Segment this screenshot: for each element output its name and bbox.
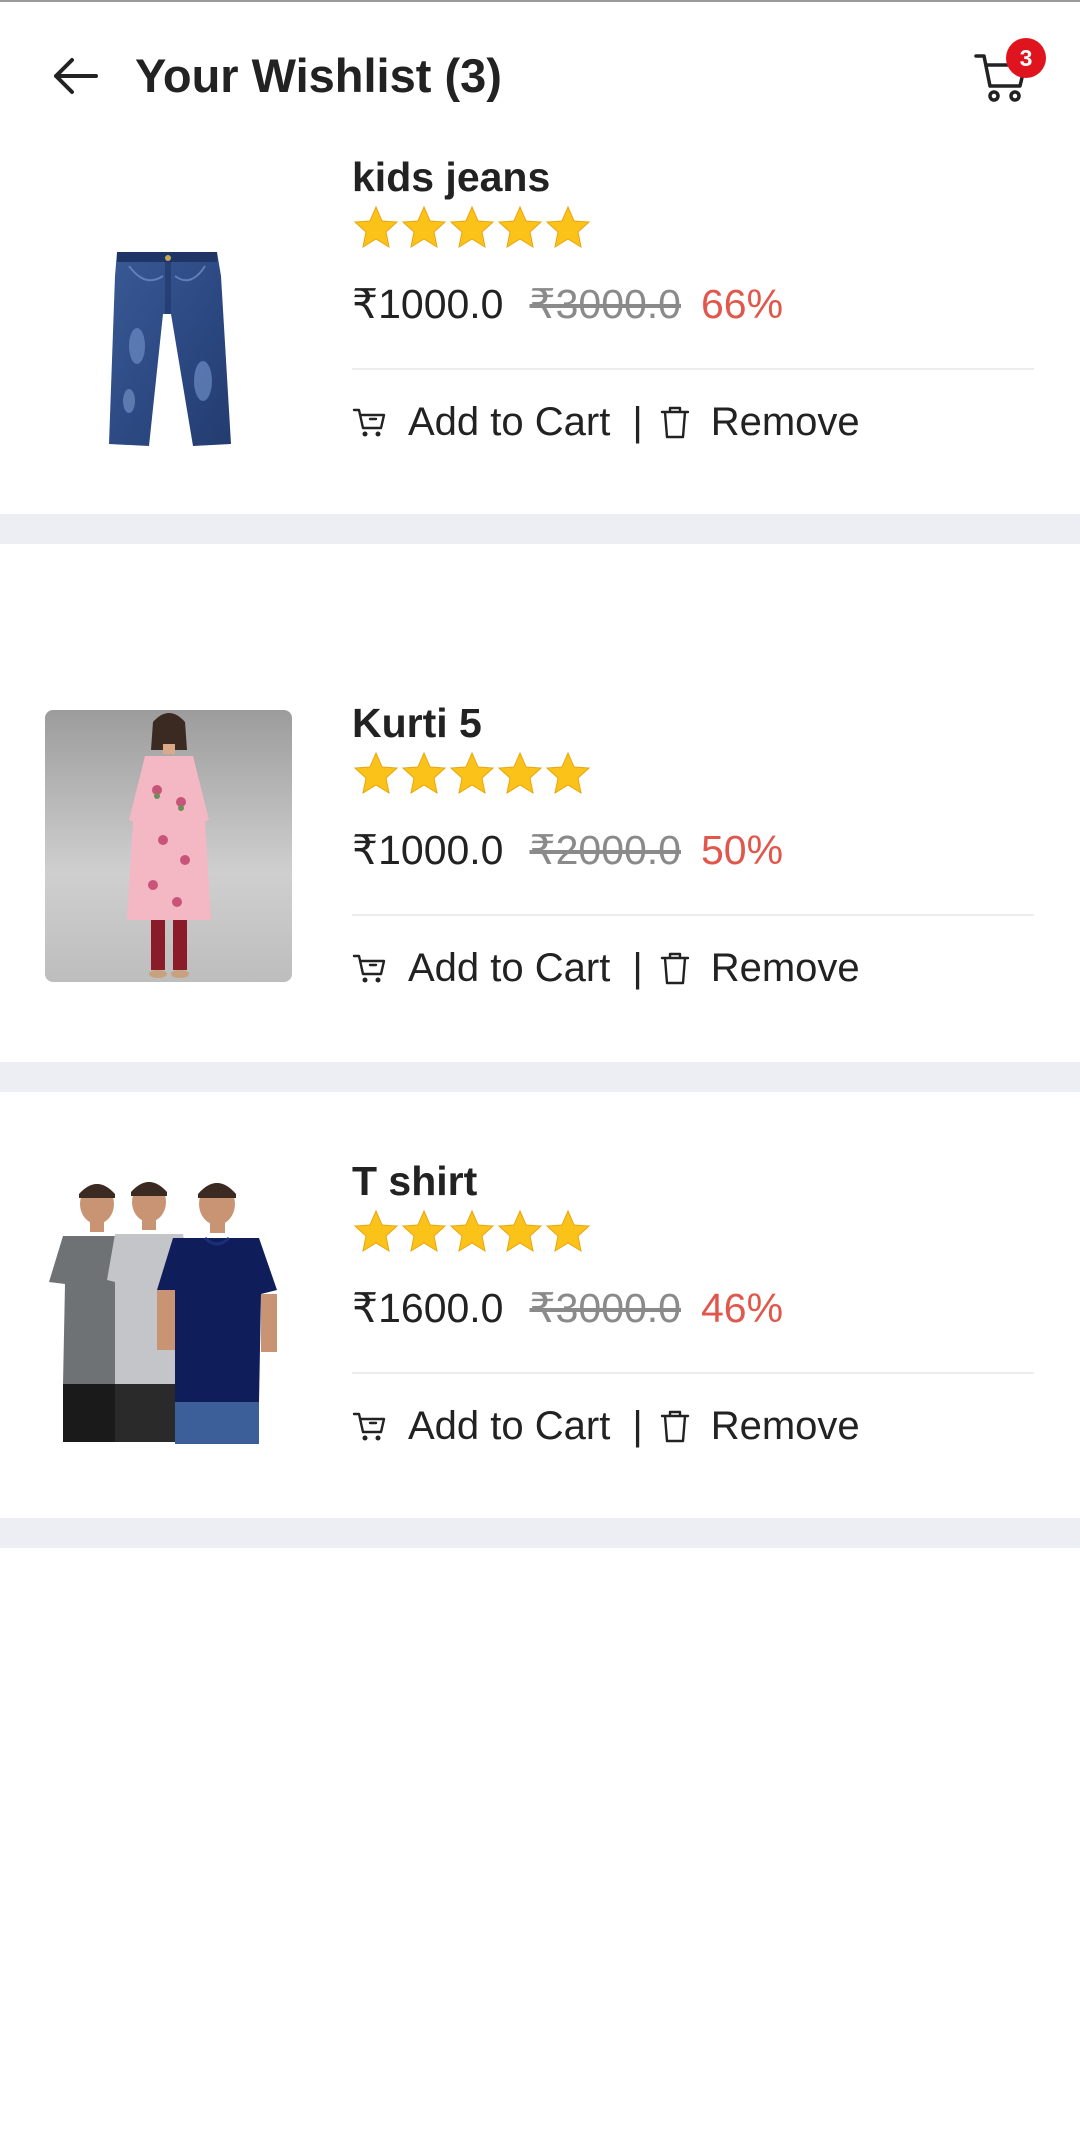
star-icon <box>497 751 543 795</box>
original-price: ₹2000.0 <box>529 827 682 873</box>
remove-label: Remove <box>710 399 860 444</box>
selling-price: ₹1000.0 <box>352 827 504 873</box>
add-to-cart-label: Add to Cart <box>408 945 611 990</box>
rating-stars <box>352 1208 592 1256</box>
cart-add-icon <box>352 408 386 437</box>
star-icon <box>545 751 591 795</box>
item-actions: Add to Cart | Remove <box>352 1398 860 1454</box>
add-to-cart-button[interactable]: Add to Cart <box>352 946 610 991</box>
item-divider <box>352 1372 1034 1374</box>
product-image-jeans[interactable] <box>45 196 292 468</box>
selling-price: ₹1000.0 <box>352 281 504 327</box>
price-row: ₹1000.0 ₹3000.0 66% <box>352 278 783 330</box>
star-icon <box>545 1209 591 1253</box>
selling-price: ₹1600.0 <box>352 1285 504 1331</box>
star-icon <box>401 751 447 795</box>
add-to-cart-button[interactable]: Add to Cart <box>352 1404 610 1449</box>
page-title: Your Wishlist (3) <box>135 49 502 102</box>
product-image-kurti[interactable] <box>45 710 292 982</box>
star-icon <box>449 1209 495 1253</box>
original-price: ₹3000.0 <box>529 1285 682 1331</box>
cart-add-icon <box>352 1412 386 1441</box>
item-divider <box>352 914 1034 916</box>
arrow-left-icon <box>54 58 98 94</box>
kurti-image <box>45 710 292 982</box>
item-divider <box>352 368 1034 370</box>
add-to-cart-button[interactable]: Add to Cart <box>352 400 610 445</box>
section-divider <box>0 1062 1080 1092</box>
section-divider <box>0 514 1080 544</box>
remove-label: Remove <box>710 1403 860 1448</box>
discount-percent: 50% <box>701 827 784 873</box>
action-separator: | <box>632 945 643 990</box>
star-icon <box>497 205 543 249</box>
tshirts-image <box>49 1182 277 1444</box>
wishlist-item: Kurti 5 ₹1000.0 ₹2000.0 50% Add to Cart … <box>0 544 1080 1062</box>
wishlist-item: T shirt ₹1600.0 ₹3000.0 46% Add to Cart … <box>0 1092 1080 1518</box>
trash-icon <box>660 406 689 439</box>
trash-icon <box>660 952 689 985</box>
star-icon <box>545 205 591 249</box>
price-row: ₹1600.0 ₹3000.0 46% <box>352 1282 783 1334</box>
item-actions: Add to Cart | Remove <box>352 394 860 450</box>
back-button[interactable] <box>42 48 108 104</box>
wishlist-item: kids jeans ₹1000.0 ₹3000.0 66% Add to Ca… <box>0 144 1080 514</box>
star-icon <box>449 751 495 795</box>
rating-stars <box>352 204 592 252</box>
action-separator: | <box>632 1403 643 1448</box>
add-to-cart-label: Add to Cart <box>408 1403 611 1448</box>
star-icon <box>353 1209 399 1253</box>
section-divider <box>0 1518 1080 1548</box>
star-icon <box>353 205 399 249</box>
discount-percent: 66% <box>701 281 784 327</box>
item-actions: Add to Cart | Remove <box>352 940 860 996</box>
price-row: ₹1000.0 ₹2000.0 50% <box>352 824 783 876</box>
app-header: Your Wishlist (3) 3 <box>0 2 1080 144</box>
product-name[interactable]: Kurti 5 <box>352 698 482 748</box>
cart-add-icon <box>352 954 386 983</box>
star-icon <box>497 1209 543 1253</box>
star-icon <box>353 751 399 795</box>
product-name[interactable]: kids jeans <box>352 152 550 202</box>
remove-button[interactable]: Remove <box>659 946 860 991</box>
remove-button[interactable]: Remove <box>659 400 860 445</box>
original-price: ₹3000.0 <box>529 281 682 327</box>
cart-count-badge: 3 <box>1006 38 1046 78</box>
product-image-tshirt[interactable] <box>45 1172 292 1444</box>
action-separator: | <box>632 399 643 444</box>
product-name[interactable]: T shirt <box>352 1156 477 1206</box>
star-icon <box>401 1209 447 1253</box>
star-icon <box>401 205 447 249</box>
discount-percent: 46% <box>701 1285 784 1331</box>
jeans-image <box>109 252 231 446</box>
trash-icon <box>660 1410 689 1443</box>
remove-button[interactable]: Remove <box>659 1404 860 1449</box>
rating-stars <box>352 750 592 798</box>
remove-label: Remove <box>710 945 860 990</box>
star-icon <box>449 205 495 249</box>
add-to-cart-label: Add to Cart <box>408 399 611 444</box>
